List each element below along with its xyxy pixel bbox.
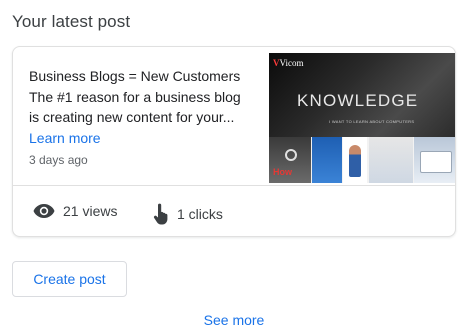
views-count: 21 views <box>63 203 118 219</box>
post-thumbnail[interactable]: VVicom KNOWLEDGE I WANT TO LEARN ABOUT C… <box>269 53 455 183</box>
views-stat: 21 views <box>33 203 117 219</box>
thumbnail-banner: VVicom KNOWLEDGE I WANT TO LEARN ABOUT C… <box>269 53 455 137</box>
create-post-button[interactable]: Create post <box>12 261 127 297</box>
touch-hand-icon <box>153 203 168 225</box>
post-text-line: The #1 reason for a business blog <box>29 88 241 105</box>
eye-icon <box>33 204 55 218</box>
thumbnail-tiles: How <box>269 137 455 183</box>
clicks-count: 1 clicks <box>177 206 223 222</box>
thumbnail-tile <box>343 137 367 183</box>
thumbnail-tagline: I WANT TO LEARN ABOUT COMPUTERS <box>329 119 415 124</box>
clicks-stat: 1 clicks <box>153 203 223 225</box>
learn-more-link[interactable]: Learn more <box>29 128 255 148</box>
thumbnail-tile <box>414 137 455 183</box>
thumbnail-tile <box>312 137 342 183</box>
section-title: Your latest post <box>12 12 131 31</box>
post-date: 3 days ago <box>29 153 88 167</box>
post-text-line: is creating new content for your... <box>29 109 235 125</box>
truck-figure <box>420 151 452 173</box>
post-summary: Business Blogs = New Customers The #1 re… <box>29 66 255 148</box>
thumbnail-tile <box>369 137 413 183</box>
thumbnail-logo: VVicom <box>273 58 304 68</box>
person-figure <box>349 145 361 177</box>
thumbnail-headline: KNOWLEDGE <box>297 91 419 110</box>
target-icon <box>285 149 297 161</box>
post-stats: 21 views 1 clicks <box>13 185 455 236</box>
thumbnail-tile-label: How <box>273 167 292 177</box>
post-text-line: Business Blogs = New Customers <box>29 68 241 84</box>
thumbnail-tile: How <box>269 137 311 183</box>
see-more-link[interactable]: See more <box>0 312 468 328</box>
latest-post-card[interactable]: Business Blogs = New Customers The #1 re… <box>12 46 456 237</box>
thumbnail-logo-text: Vicom <box>279 58 304 68</box>
post-body: Business Blogs = New Customers The #1 re… <box>13 47 455 185</box>
